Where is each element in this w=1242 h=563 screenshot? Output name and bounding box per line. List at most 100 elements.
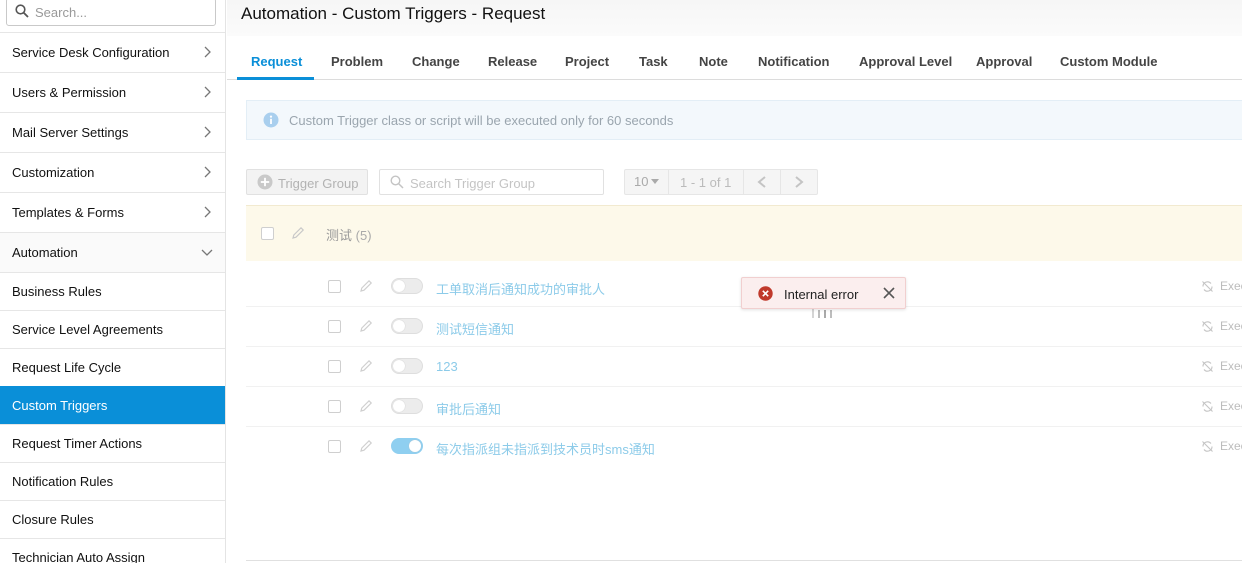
sidebar-subitem-custom-triggers[interactable]: Custom Triggers bbox=[0, 386, 225, 424]
sidebar-subitem-label: Closure Rules bbox=[12, 512, 94, 527]
edit-icon[interactable] bbox=[358, 438, 374, 454]
trigger-checkbox[interactable] bbox=[328, 280, 341, 293]
tab-approval[interactable]: Approval bbox=[976, 54, 1032, 69]
sidebar-subitem-notification-rules[interactable]: Notification Rules bbox=[0, 462, 225, 500]
execute-label: Exec bbox=[1220, 279, 1242, 293]
search-icon bbox=[15, 4, 29, 18]
chevron-right-icon bbox=[204, 46, 211, 58]
sidebar-subitem-closure-rules[interactable]: Closure Rules bbox=[0, 500, 225, 538]
chevron-right-icon bbox=[795, 176, 804, 188]
sidebar-item-service-desk-configuration[interactable]: Service Desk Configuration bbox=[0, 32, 225, 72]
tab-notification[interactable]: Notification bbox=[758, 54, 830, 69]
sync-off-icon bbox=[1202, 361, 1213, 372]
toggle-knob bbox=[409, 440, 421, 452]
trigger-row[interactable]: 123 Exec bbox=[246, 347, 1242, 387]
close-icon[interactable] bbox=[882, 286, 896, 300]
tab-problem[interactable]: Problem bbox=[331, 54, 383, 69]
tab-release[interactable]: Release bbox=[488, 54, 537, 69]
tab-custom-module[interactable]: Custom Module bbox=[1060, 54, 1158, 69]
sync-off-icon bbox=[1202, 441, 1213, 452]
trigger-name[interactable]: 每次指派组未指派到技术员时sms通知 bbox=[436, 439, 655, 458]
execute-label: Exec bbox=[1220, 359, 1242, 373]
tab-approval-level[interactable]: Approval Level bbox=[859, 54, 952, 69]
main-content: Automation - Custom Triggers - Request R… bbox=[227, 0, 1242, 563]
toggle-knob bbox=[393, 320, 405, 332]
sidebar-subitem-label: Request Timer Actions bbox=[12, 436, 143, 451]
trigger-enable-toggle[interactable] bbox=[391, 438, 423, 454]
sidebar-item-label: Automation bbox=[12, 245, 78, 260]
trigger-group-row[interactable]: 测试 (5) bbox=[246, 205, 1242, 261]
sidebar-item-label: Mail Server Settings bbox=[12, 125, 129, 140]
trigger-name[interactable]: 工单取消后通知成功的审批人 bbox=[436, 279, 605, 298]
sidebar: Service Desk Configuration Users & Permi… bbox=[0, 0, 226, 563]
trigger-checkbox[interactable] bbox=[328, 400, 341, 413]
trigger-name[interactable]: 123 bbox=[436, 359, 458, 374]
trigger-enable-toggle[interactable] bbox=[391, 318, 423, 334]
chevron-down-icon bbox=[201, 249, 213, 256]
error-toast: Internal error bbox=[741, 277, 906, 309]
sidebar-item-label: Customization bbox=[12, 165, 95, 180]
trigger-row[interactable]: 每次指派组未指派到技术员时sms通知 Exec bbox=[246, 427, 1242, 467]
sidebar-item-templates-forms[interactable]: Templates & Forms bbox=[0, 192, 225, 232]
sidebar-subitem-request-life-cycle[interactable]: Request Life Cycle bbox=[0, 348, 225, 386]
sidebar-subitem-business-rules[interactable]: Business Rules bbox=[0, 272, 225, 310]
trigger-checkbox[interactable] bbox=[328, 360, 341, 373]
info-icon bbox=[263, 112, 279, 128]
chevron-left-icon bbox=[757, 176, 766, 188]
trigger-row[interactable]: 审批后通知 Exec bbox=[246, 387, 1242, 427]
sidebar-subitem-label: Custom Triggers bbox=[12, 398, 108, 413]
edit-icon[interactable] bbox=[290, 225, 306, 241]
divider bbox=[246, 560, 1242, 561]
trigger-checkbox[interactable] bbox=[328, 440, 341, 453]
sidebar-subitem-label: Business Rules bbox=[12, 284, 102, 299]
sidebar-item-customization[interactable]: Customization bbox=[0, 152, 225, 192]
trigger-enable-toggle[interactable] bbox=[391, 398, 423, 414]
sync-off-icon bbox=[1202, 321, 1213, 332]
add-trigger-group-label: Trigger Group bbox=[278, 176, 359, 191]
trigger-group-search-input[interactable] bbox=[410, 175, 590, 191]
page-size-select[interactable]: 10 bbox=[625, 170, 669, 194]
tab-project[interactable]: Project bbox=[565, 54, 609, 69]
tab-task[interactable]: Task bbox=[639, 54, 668, 69]
trigger-checkbox[interactable] bbox=[328, 320, 341, 333]
sidebar-item-automation[interactable]: Automation bbox=[0, 232, 225, 272]
sidebar-subitem-request-timer-actions[interactable]: Request Timer Actions bbox=[0, 424, 225, 462]
trigger-name[interactable]: 测试短信通知 bbox=[436, 319, 514, 338]
sidebar-item-users-permission[interactable]: Users & Permission bbox=[0, 72, 225, 112]
error-toast-message: Internal error bbox=[784, 287, 859, 302]
sidebar-subitem-service-level-agreements[interactable]: Service Level Agreements bbox=[0, 310, 225, 348]
sidebar-search[interactable] bbox=[6, 0, 216, 26]
sidebar-search-input[interactable] bbox=[35, 2, 205, 22]
sidebar-subitem-label: Notification Rules bbox=[12, 474, 114, 489]
trigger-group-search[interactable] bbox=[379, 169, 604, 195]
tab-change[interactable]: Change bbox=[412, 54, 460, 69]
page-size-value: 10 bbox=[634, 174, 649, 189]
chevron-right-icon bbox=[204, 166, 211, 178]
page-title: Automation - Custom Triggers - Request bbox=[241, 4, 546, 23]
sidebar-item-label: Templates & Forms bbox=[12, 205, 124, 220]
execute-label: Exec bbox=[1220, 319, 1242, 333]
sidebar-subitem-technician-auto-assign[interactable]: Technician Auto Assign bbox=[0, 538, 225, 563]
group-checkbox[interactable] bbox=[261, 227, 274, 240]
title-bar: Automation - Custom Triggers - Request bbox=[227, 0, 1242, 36]
add-trigger-group-button[interactable]: Trigger Group bbox=[246, 169, 368, 195]
edit-icon[interactable] bbox=[358, 318, 374, 334]
toggle-knob bbox=[393, 280, 405, 292]
trigger-group-name: 测试 (5) bbox=[326, 225, 372, 244]
edit-icon[interactable] bbox=[358, 398, 374, 414]
chevron-right-icon bbox=[204, 206, 211, 218]
edit-icon[interactable] bbox=[358, 358, 374, 374]
trigger-enable-toggle[interactable] bbox=[391, 358, 423, 374]
module-tabs: Request Problem Change Release Project T… bbox=[227, 44, 1242, 80]
trigger-row[interactable]: 测试短信通知 Exec bbox=[246, 307, 1242, 347]
sidebar-item-mail-server-settings[interactable]: Mail Server Settings bbox=[0, 112, 225, 152]
trigger-enable-toggle[interactable] bbox=[391, 278, 423, 294]
edit-icon[interactable] bbox=[358, 278, 374, 294]
trigger-name[interactable]: 审批后通知 bbox=[436, 399, 501, 418]
prev-page-button[interactable] bbox=[743, 170, 780, 194]
tab-note[interactable]: Note bbox=[699, 54, 728, 69]
next-page-button[interactable] bbox=[780, 170, 817, 194]
tab-request[interactable]: Request bbox=[251, 54, 302, 69]
active-tab-indicator bbox=[237, 77, 314, 80]
info-banner: Custom Trigger class or script will be e… bbox=[246, 100, 1242, 140]
